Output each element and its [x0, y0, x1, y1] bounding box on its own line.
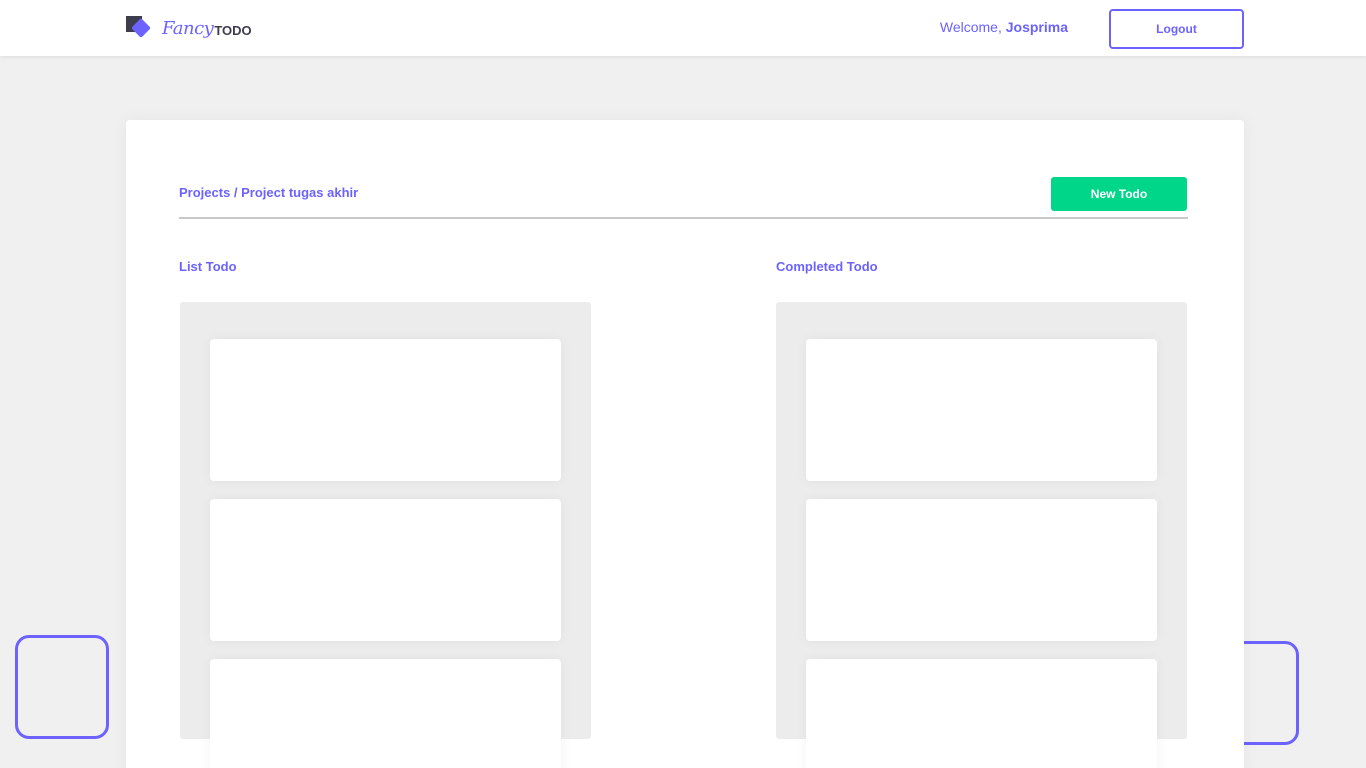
project-board-card: Projects / Project tugas akhir New Todo …	[126, 120, 1244, 768]
completed-todo-title: Completed Todo	[776, 259, 878, 274]
header-divider	[179, 217, 1188, 219]
username: Josprima	[1005, 19, 1068, 35]
welcome-message: Welcome, Josprima	[940, 19, 1068, 35]
welcome-prefix: Welcome,	[939, 19, 1002, 35]
brand-logo[interactable]: Fancy TODO	[126, 14, 252, 42]
completed-card-placeholder[interactable]	[806, 499, 1157, 641]
decorative-outline-square-left	[15, 635, 109, 739]
top-navbar: Fancy TODO Welcome, Josprima Logout	[0, 0, 1366, 56]
completed-todo-column[interactable]	[776, 302, 1187, 768]
completed-card-placeholder[interactable]	[806, 339, 1157, 481]
breadcrumb[interactable]: Projects / Project tugas akhir	[179, 185, 358, 200]
todo-card-placeholder[interactable]	[210, 659, 561, 768]
list-todo-title: List Todo	[179, 259, 237, 274]
logout-button[interactable]: Logout	[1109, 9, 1244, 49]
brand-name-script: Fancy	[162, 17, 214, 39]
logo-icon	[126, 14, 156, 42]
new-todo-button[interactable]: New Todo	[1051, 177, 1187, 211]
todo-card-placeholder[interactable]	[210, 499, 561, 641]
brand-name-bold: TODO	[214, 22, 252, 38]
completed-card-placeholder[interactable]	[806, 659, 1157, 768]
list-todo-column[interactable]	[180, 302, 591, 768]
todo-card-placeholder[interactable]	[210, 339, 561, 481]
